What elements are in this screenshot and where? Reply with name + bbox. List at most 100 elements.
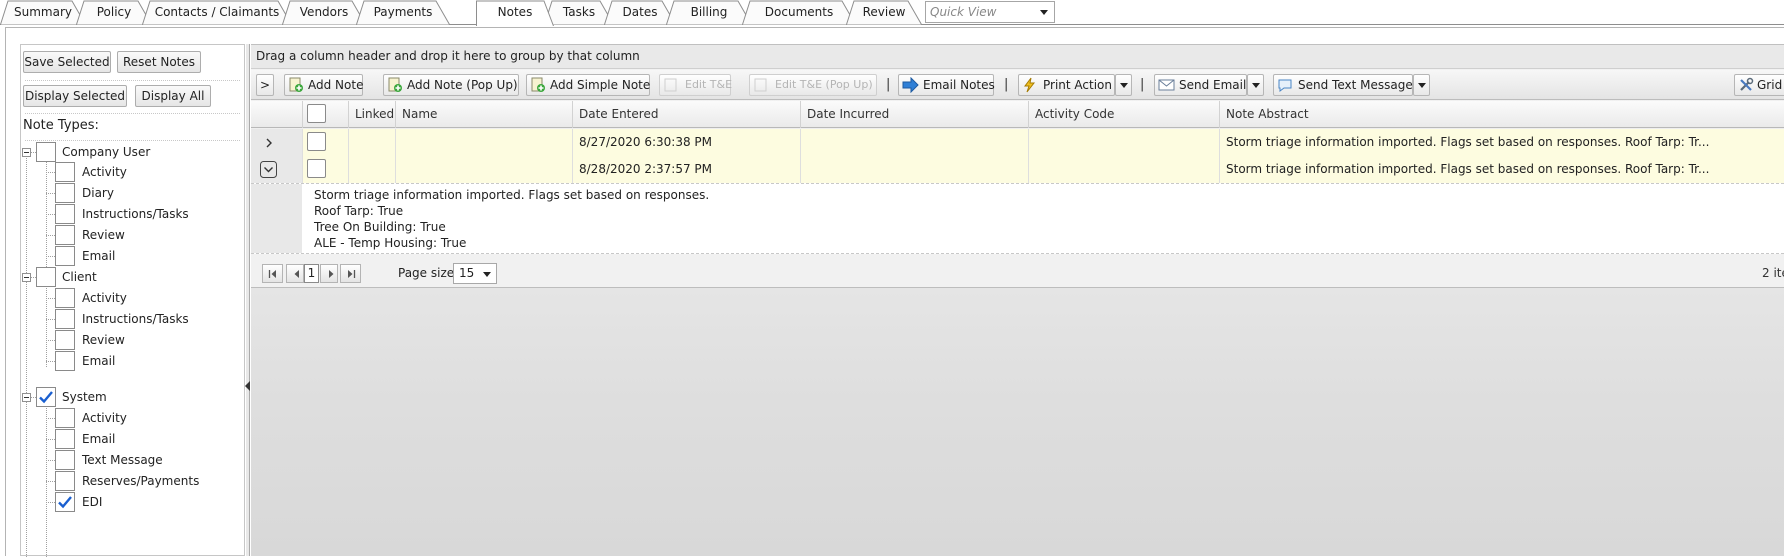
- column-header-date-incurred[interactable]: Date Incurred: [800, 101, 1028, 128]
- tab-billing[interactable]: Billing: [666, 0, 752, 25]
- group-by-panel[interactable]: Drag a column header and drop it here to…: [251, 45, 1784, 69]
- tab-label: Vendors: [299, 5, 349, 19]
- checkbox-client-instructions-tasks[interactable]: [55, 309, 75, 329]
- collapse-left-icon[interactable]: [245, 381, 250, 391]
- checkbox-company-user-instructions-tasks[interactable]: [55, 204, 75, 224]
- checkbox-company-user-email[interactable]: [55, 246, 75, 266]
- tab-documents[interactable]: Documents: [742, 0, 856, 25]
- checkmark-icon: [58, 496, 72, 509]
- checkbox-client-email[interactable]: [55, 351, 75, 371]
- tab-notes[interactable]: Notes: [476, 0, 554, 26]
- grid-settings-button[interactable]: Grid: [1734, 74, 1784, 96]
- tab-policy[interactable]: Policy: [76, 0, 152, 25]
- display-all-button[interactable]: Display All: [135, 85, 211, 107]
- chevron-down-icon[interactable]: [260, 161, 277, 178]
- column-header-linked[interactable]: Linked: [348, 101, 395, 128]
- chevron-right-icon[interactable]: [264, 138, 274, 148]
- send-email-button[interactable]: Send Email: [1154, 74, 1247, 96]
- checkbox-company-user[interactable]: [36, 142, 56, 162]
- toolbar-separator: |: [886, 77, 891, 92]
- toolbar-separator: |: [1004, 77, 1009, 92]
- tab-label: Review: [862, 5, 906, 19]
- display-selected-button[interactable]: Display Selected: [23, 85, 127, 107]
- select-all-checkbox[interactable]: [307, 104, 326, 123]
- edit-te-popup-button[interactable]: Edit T&E (Pop Up): [749, 74, 877, 96]
- add-note-popup-button[interactable]: Add Note (Pop Up): [383, 74, 519, 96]
- tab-review[interactable]: Review: [846, 0, 922, 25]
- tab-label: Payments: [373, 5, 433, 19]
- edit-te-button[interactable]: Edit T&E: [659, 74, 732, 96]
- send-text-message-label: Send Text Message: [1298, 78, 1413, 92]
- checkbox-system-reserves-payments[interactable]: [55, 471, 75, 491]
- checkbox-system-edi[interactable]: [55, 492, 75, 512]
- panel-splitter[interactable]: [246, 44, 250, 556]
- tab-contacts-claimants[interactable]: Contacts / Claimants: [142, 0, 292, 25]
- chevron-down-icon: [1040, 10, 1048, 15]
- expand-toolbar-button[interactable]: >: [256, 74, 274, 96]
- add-simple-note-button[interactable]: Add Simple Note: [526, 74, 650, 96]
- previous-page-button[interactable]: [286, 264, 304, 283]
- edit-icon: [754, 78, 767, 92]
- toolbar-separator: |: [1140, 77, 1145, 92]
- tree-collapse-toggle[interactable]: [22, 273, 31, 282]
- checkbox-system[interactable]: [36, 387, 56, 407]
- send-email-dropdown[interactable]: [1247, 74, 1264, 96]
- save-selected-button[interactable]: Save Selected: [23, 51, 111, 73]
- print-action-button[interactable]: Print Action: [1018, 74, 1115, 96]
- cell-date-entered: 8/28/2020 2:37:57 PM: [572, 156, 800, 183]
- column-header-date-entered[interactable]: Date Entered: [572, 101, 800, 128]
- tree-item-label: Review: [82, 333, 125, 347]
- tree-line: [46, 298, 55, 299]
- tree-line: [26, 152, 27, 557]
- add-note-icon: [531, 77, 545, 92]
- tab-label: Dates: [622, 5, 658, 19]
- checkbox-system-text-message[interactable]: [55, 450, 75, 470]
- tab-summary[interactable]: Summary: [0, 0, 86, 25]
- tree-item-label: EDI: [82, 495, 103, 509]
- row-select-checkbox[interactable]: [307, 132, 326, 151]
- row-select-checkbox[interactable]: [307, 159, 326, 178]
- tree-line: [46, 319, 55, 320]
- previous-page-icon: [294, 270, 299, 278]
- checkbox-system-activity[interactable]: [55, 408, 75, 428]
- print-action-dropdown[interactable]: [1115, 74, 1132, 96]
- tree-collapse-toggle[interactable]: [22, 393, 31, 402]
- reset-notes-button[interactable]: Reset Notes: [117, 51, 201, 73]
- tree-item-label: Instructions/Tasks: [82, 312, 189, 326]
- email-notes-button[interactable]: Email Notes: [898, 74, 995, 96]
- checkbox-client-review[interactable]: [55, 330, 75, 350]
- add-note-popup-label: Add Note (Pop Up): [407, 78, 518, 92]
- column-header-note-abstract[interactable]: Note Abstract: [1219, 101, 1784, 128]
- tab-payments[interactable]: Payments: [356, 0, 450, 25]
- tree-collapse-toggle[interactable]: [22, 148, 31, 157]
- select-cell: [302, 129, 348, 156]
- tab-vendors[interactable]: Vendors: [282, 0, 366, 25]
- send-email-label: Send Email: [1179, 78, 1247, 92]
- send-text-message-dropdown[interactable]: [1413, 74, 1430, 96]
- tools-icon: [1740, 77, 1754, 91]
- first-page-button[interactable]: [262, 264, 283, 283]
- tree-item-label: Diary: [82, 186, 114, 200]
- checkbox-system-email[interactable]: [55, 429, 75, 449]
- add-note-button[interactable]: Add Note: [284, 74, 363, 96]
- cell-linked: [348, 129, 395, 156]
- table-row[interactable]: 8/27/2020 6:30:38 PM Storm triage inform…: [251, 129, 1784, 156]
- page-size-select[interactable]: 15: [453, 263, 497, 284]
- checkbox-company-user-activity[interactable]: [55, 162, 75, 182]
- last-page-button[interactable]: [340, 264, 361, 283]
- current-page-number[interactable]: 1: [304, 264, 319, 283]
- tree-item-label: Email: [82, 432, 116, 446]
- checkbox-company-user-review[interactable]: [55, 225, 75, 245]
- add-note-icon: [289, 77, 303, 92]
- tree-group-label: Company User: [62, 145, 151, 159]
- quick-view-select[interactable]: Quick View: [925, 1, 1055, 23]
- send-text-message-button[interactable]: Send Text Message: [1273, 74, 1413, 96]
- next-page-button[interactable]: [320, 264, 338, 283]
- checkbox-client[interactable]: [36, 267, 56, 287]
- column-header-activity-code[interactable]: Activity Code: [1028, 101, 1219, 128]
- checkbox-company-user-diary[interactable]: [55, 183, 75, 203]
- print-action-label: Print Action: [1043, 78, 1112, 92]
- column-header-name[interactable]: Name: [395, 101, 572, 128]
- table-row[interactable]: 8/28/2020 2:37:57 PM Storm triage inform…: [251, 156, 1784, 183]
- checkbox-client-activity[interactable]: [55, 288, 75, 308]
